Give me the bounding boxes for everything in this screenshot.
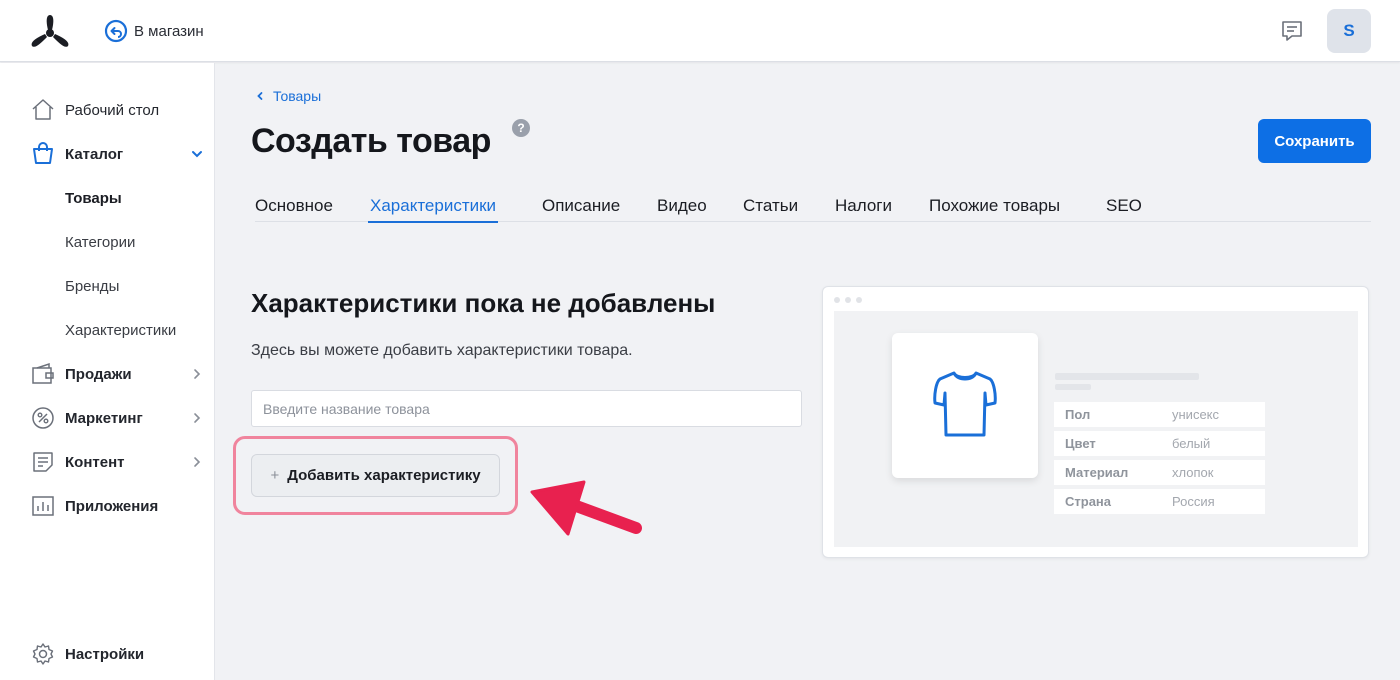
sidebar-item-brands[interactable]: Бренды (0, 266, 215, 306)
plus-icon: + (270, 467, 280, 484)
gear-icon (32, 643, 54, 665)
spec-key: Пол (1065, 407, 1091, 422)
tab-main[interactable]: Основное (255, 196, 333, 222)
home-icon (32, 99, 54, 120)
back-circle-icon (104, 19, 128, 43)
sidebar-item-label: Продажи (65, 365, 132, 383)
window-dot (834, 297, 840, 303)
sidebar-item-settings[interactable]: Настройки (0, 634, 215, 674)
spec-key: Цвет (1065, 436, 1096, 451)
tab-similar-products[interactable]: Похожие товары (929, 196, 1060, 222)
tab-video[interactable]: Видео (657, 196, 707, 222)
back-to-store-link[interactable]: В магазин (104, 19, 204, 43)
sidebar-item-marketing[interactable]: Маркетинг (0, 398, 215, 438)
add-characteristic-label: Добавить характеристику (287, 467, 481, 484)
sidebar: Рабочий стол Каталог Товары Категории Бр… (0, 63, 215, 680)
top-bar: В магазин S (0, 0, 1400, 62)
tshirt-icon (933, 371, 997, 437)
document-icon (33, 452, 53, 472)
skeleton-line (1055, 384, 1091, 390)
preview-illustration: Пол унисекс Цвет белый Материал хлопок С… (822, 286, 1369, 558)
tab-bar: Основное Характеристики Описание Видео С… (255, 196, 1371, 223)
save-button[interactable]: Сохранить (1258, 119, 1371, 163)
sidebar-item-label: Контент (65, 453, 125, 471)
sidebar-item-label: Каталог (65, 145, 124, 163)
tab-seo[interactable]: SEO (1106, 196, 1142, 222)
logo-icon[interactable] (28, 12, 72, 50)
sidebar-item-label: Приложения (65, 497, 159, 515)
sidebar-item-products[interactable]: Товары (0, 178, 215, 218)
empty-state-title: Характеристики пока не добавлены (251, 288, 716, 318)
chat-icon[interactable] (1280, 19, 1304, 43)
empty-state-description: Здесь вы можете добавить характеристики … (251, 342, 633, 359)
window-dot (856, 297, 862, 303)
back-to-store-label: В магазин (134, 22, 204, 40)
sidebar-item-label: Маркетинг (65, 409, 143, 427)
pointer-arrow-icon (530, 480, 642, 536)
chevron-right-icon (194, 457, 201, 467)
product-image-card (892, 333, 1038, 478)
skeleton-line (1055, 373, 1199, 380)
percent-icon (32, 407, 54, 429)
chevron-down-icon (192, 151, 202, 158)
sidebar-item-apps[interactable]: Приложения (0, 486, 215, 526)
tab-articles[interactable]: Статьи (743, 196, 798, 222)
sidebar-item-dashboard[interactable]: Рабочий стол (0, 90, 215, 130)
tab-characteristics[interactable]: Характеристики (367, 196, 499, 223)
tab-taxes[interactable]: Налоги (835, 196, 892, 222)
add-characteristic-button[interactable]: + Добавить характеристику (251, 454, 500, 497)
user-avatar[interactable]: S (1327, 9, 1371, 53)
chart-icon (32, 496, 54, 516)
page-title: Создать товар (251, 122, 491, 160)
wallet-icon (32, 362, 54, 384)
breadcrumb[interactable]: Товары (255, 88, 321, 104)
sidebar-item-label: Товары (65, 189, 122, 207)
chevron-right-icon (194, 413, 201, 423)
sidebar-item-label: Настройки (65, 645, 145, 663)
sidebar-item-sales[interactable]: Продажи (0, 354, 215, 394)
sidebar-item-content[interactable]: Контент (0, 442, 215, 482)
spec-value: Россия (1172, 494, 1215, 509)
spec-key: Материал (1065, 465, 1129, 480)
characteristic-name-input[interactable] (251, 390, 802, 427)
sidebar-item-label: Рабочий стол (65, 101, 160, 119)
spec-value: унисекс (1172, 407, 1220, 422)
sidebar-item-characteristics[interactable]: Характеристики (0, 310, 215, 350)
spec-row: Цвет белый (1054, 431, 1265, 456)
sidebar-item-label: Характеристики (65, 321, 177, 339)
spec-key: Страна (1065, 494, 1112, 509)
spec-row: Пол унисекс (1054, 402, 1265, 427)
breadcrumb-label: Товары (273, 88, 322, 104)
spec-row: Материал хлопок (1054, 460, 1265, 485)
sidebar-item-label: Бренды (65, 277, 120, 295)
sidebar-item-catalog[interactable]: Каталог (0, 134, 215, 174)
chevron-right-icon (194, 369, 201, 379)
spec-row: Страна Россия (1054, 489, 1265, 514)
sidebar-item-label: Категории (65, 233, 136, 251)
preview-canvas: Пол унисекс Цвет белый Материал хлопок С… (834, 311, 1358, 547)
chevron-left-icon (257, 92, 263, 100)
spec-value: хлопок (1172, 465, 1214, 480)
help-icon[interactable]: ? (512, 119, 530, 137)
window-dot (845, 297, 851, 303)
shopping-bag-icon (33, 142, 53, 164)
sidebar-item-categories[interactable]: Категории (0, 222, 215, 262)
tab-description[interactable]: Описание (542, 196, 620, 222)
spec-value: белый (1172, 436, 1211, 451)
